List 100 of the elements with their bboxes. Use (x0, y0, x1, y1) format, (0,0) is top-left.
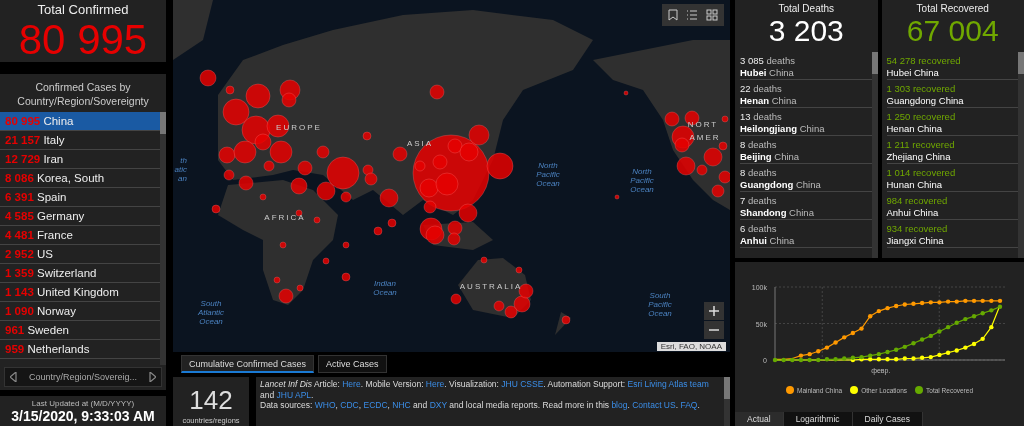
data-point (911, 356, 916, 361)
data-point (868, 314, 873, 319)
data-point (971, 314, 977, 319)
region-label: AFRICA (264, 212, 306, 222)
data-point (833, 357, 838, 362)
total-confirmed-label: Total Confirmed (37, 2, 129, 17)
link[interactable]: Contact US (632, 400, 676, 410)
region-list-item[interactable]: 8 deaths Beijing China (740, 136, 872, 164)
region-label: AUSTRALIA (459, 281, 523, 291)
data-point (945, 350, 951, 355)
data-point (919, 355, 925, 360)
zoom-out-button[interactable] (704, 321, 724, 339)
list-title: Confirmed Cases by Country/Region/Sovereignty (16, 80, 150, 109)
ocean-label: South Atlantic Ocean (197, 298, 225, 326)
data-point (963, 298, 968, 304)
data-point (945, 299, 951, 304)
data-point (885, 357, 890, 362)
country-list-item[interactable]: 80 995 China (0, 112, 160, 131)
chart-tab[interactable]: Actual (735, 412, 784, 426)
data-point (989, 324, 994, 330)
data-point (850, 330, 856, 336)
data-point (781, 357, 786, 363)
region-list-item[interactable]: 13 deaths Heilongjiang China (740, 108, 872, 136)
data-point (963, 316, 968, 322)
data-point (919, 337, 925, 342)
scrollbar[interactable] (724, 377, 730, 426)
region-list-item[interactable]: 7 deaths Shandong China (740, 192, 872, 220)
grid-icon[interactable] (706, 9, 718, 21)
data-point (893, 303, 899, 309)
data-point (902, 344, 907, 350)
link[interactable]: NHC (392, 400, 411, 410)
info-paragraph: Data sources: WHO, CDC, ECDC, NHC and DXY and local media reports. Read more in this blog. Contact US. FAQ. (260, 400, 701, 411)
pager-label: Country/Region/Sovereig... (28, 372, 138, 382)
data-point (989, 308, 994, 313)
plus-icon (709, 306, 719, 316)
data-point (980, 311, 985, 316)
link[interactable]: Esri Living Atlas team (627, 379, 709, 389)
data-point (902, 302, 907, 307)
data-point (954, 299, 959, 304)
data-point (902, 356, 907, 361)
caret-left-icon[interactable] (10, 372, 17, 382)
data-point (963, 345, 968, 350)
region-list-item[interactable]: 3 085 deaths Hubei China (740, 52, 872, 80)
data-point (954, 320, 959, 325)
map-tab[interactable]: Cumulative Confirmed Cases (181, 355, 315, 373)
region-list-item[interactable]: 6 deaths Anhui China (740, 220, 872, 248)
data-point (885, 305, 890, 311)
stat-label: Total Recovered (916, 3, 989, 14)
caret-right-icon[interactable] (149, 372, 156, 382)
data-point (911, 301, 916, 306)
link[interactable]: CDC (340, 400, 359, 410)
scrollbar[interactable] (871, 52, 878, 258)
link[interactable]: WHO (314, 400, 336, 410)
stat-value: 3 203 (768, 14, 844, 48)
data-point (790, 357, 795, 363)
link[interactable]: Here (342, 379, 361, 389)
region-list-item[interactable]: 8 deaths Guangdong China (740, 164, 872, 192)
data-point (842, 335, 847, 340)
data-point (859, 326, 864, 331)
data-point (911, 341, 916, 346)
data-point (928, 333, 933, 339)
data-point (989, 298, 994, 304)
data-point (919, 300, 925, 306)
bookmark-icon[interactable] (668, 9, 678, 21)
data-point (824, 345, 830, 350)
data-point (842, 356, 847, 361)
link[interactable]: DXY (429, 400, 447, 410)
list-icon[interactable] (686, 9, 698, 21)
chart-tab[interactable]: Daily Cases (852, 412, 923, 426)
stat-value: 67 004 (906, 14, 999, 48)
data-point (980, 336, 985, 342)
region-label: NORT (687, 119, 719, 129)
link[interactable]: ECDC (363, 400, 388, 410)
data-point (893, 347, 899, 352)
last-updated-label: Last Updated at (M/D/YYYY) (31, 399, 135, 408)
data-point (772, 357, 778, 363)
data-point (971, 298, 977, 304)
data-point (833, 340, 838, 345)
ocean-label: th atic an (174, 155, 187, 183)
countries-count: 142 (189, 385, 233, 416)
data-point (816, 349, 821, 354)
chart-tab[interactable]: Logarithmic (783, 412, 853, 426)
data-point (824, 357, 830, 362)
map-attribution: Esri, FAO, NOAA (656, 342, 726, 351)
scrollbar[interactable] (160, 112, 166, 365)
data-point (937, 352, 942, 358)
map-tab[interactable]: Active Cases (318, 355, 387, 373)
zoom-in-button[interactable] (704, 302, 724, 320)
data-point (885, 349, 890, 355)
region-list-item[interactable]: 22 deaths Henan China (740, 80, 872, 108)
data-point (876, 308, 882, 314)
ocean-label: North Pacific Ocean (536, 160, 560, 188)
info-paragraph: Lancet Inf Dis Article: Here. Mobile Version: Here. Visualization: JHU CSSE. Automation Support: Esri Living Atlas team and JHU APL. (260, 379, 710, 400)
data-point (954, 348, 959, 353)
scrollbar[interactable] (1018, 52, 1024, 258)
ocean-label: South Pacific Ocean (648, 290, 672, 318)
ocean-label: North Pacific Ocean (630, 166, 654, 194)
data-point (928, 300, 933, 305)
total-confirmed-value: 80 995 (18, 17, 148, 63)
minus-icon (709, 328, 719, 332)
